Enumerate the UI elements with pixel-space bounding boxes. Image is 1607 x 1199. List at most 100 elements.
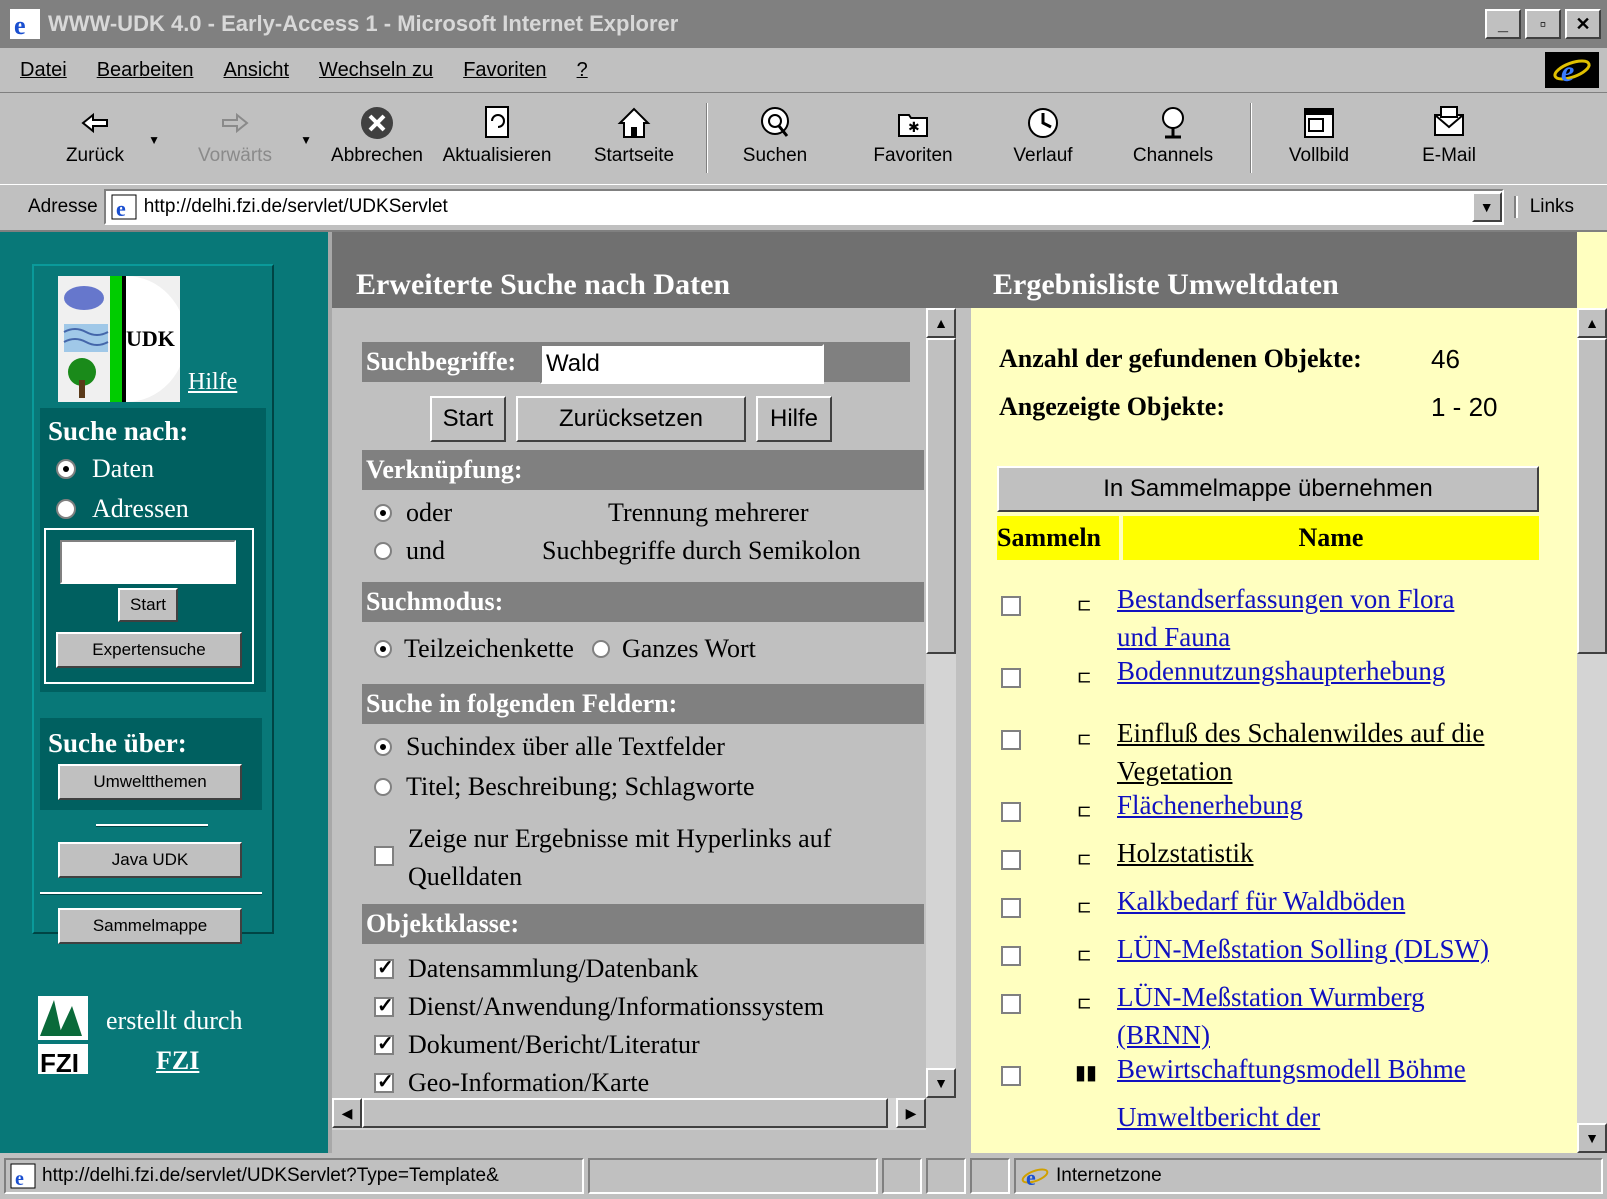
option-or-radio[interactable] xyxy=(374,504,392,522)
search-frame: Erweiterte Suche nach Daten Suchbegriffe… xyxy=(328,232,971,1153)
results-scroll-thumb[interactable] xyxy=(1577,338,1607,654)
search-terms-input[interactable]: Wald xyxy=(540,344,824,384)
home-button[interactable]: Startseite xyxy=(574,103,694,181)
search-button[interactable]: Suchen xyxy=(720,103,830,181)
result-link[interactable]: Umweltbericht der xyxy=(1117,1098,1320,1136)
result-link[interactable]: Flächenerhebung xyxy=(1117,786,1303,824)
radio-adressen[interactable]: Adressen xyxy=(56,494,189,524)
history-button[interactable]: Verlauf xyxy=(978,103,1108,181)
fzi-link[interactable]: FZI xyxy=(156,1046,199,1076)
forward-dropdown-icon[interactable]: ▼ xyxy=(300,133,312,147)
menu-favoriten[interactable]: Favoriten xyxy=(463,59,546,82)
scroll-right-icon[interactable]: ▶ xyxy=(896,1098,926,1128)
mail-button[interactable]: E-Mail xyxy=(1394,103,1504,181)
result-link[interactable]: Holzstatistik xyxy=(1117,834,1254,872)
stop-button[interactable]: Abbrechen xyxy=(322,103,432,181)
fullscreen-button[interactable]: Vollbild xyxy=(1264,103,1374,181)
result-collect-checkbox[interactable] xyxy=(1001,946,1021,966)
class-item[interactable]: Dokument/Bericht/Literatur xyxy=(374,1030,700,1060)
mode-partial-radio[interactable] xyxy=(374,640,392,658)
field-all-radio[interactable] xyxy=(374,738,392,756)
search-help-button[interactable]: Hilfe xyxy=(756,396,832,442)
refresh-icon xyxy=(485,106,509,138)
menu-ansicht[interactable]: Ansicht xyxy=(223,59,289,82)
address-dropdown-icon[interactable]: ▼ xyxy=(1471,191,1502,222)
menu-wechseln-zu[interactable]: Wechseln zu xyxy=(319,59,433,82)
svg-text:FZI: FZI xyxy=(40,1048,79,1076)
result-collect-checkbox[interactable] xyxy=(1001,596,1021,616)
scroll-down-icon[interactable]: ▼ xyxy=(926,1068,956,1098)
result-collect-checkbox[interactable] xyxy=(1001,802,1021,822)
results-vscroll[interactable]: ▲ ▼ xyxy=(1577,308,1607,1153)
radio-daten-control[interactable] xyxy=(56,459,76,479)
close-button[interactable]: ✕ xyxy=(1565,9,1601,39)
minimize-button[interactable]: _ xyxy=(1485,9,1521,39)
radio-adressen-control[interactable] xyxy=(56,499,76,519)
quick-search-start-button[interactable]: Start xyxy=(118,588,178,622)
scroll-up-icon[interactable]: ▲ xyxy=(926,308,956,338)
result-collect-checkbox[interactable] xyxy=(1001,730,1021,750)
back-button[interactable]: Zurück ▼ xyxy=(40,103,160,181)
quick-search-input[interactable] xyxy=(60,540,236,584)
favorites-button[interactable]: ✱ Favoriten xyxy=(848,103,978,181)
search-start-button[interactable]: Start xyxy=(430,396,506,442)
scroll-left-icon[interactable]: ◀ xyxy=(332,1098,362,1128)
results-scroll-up-icon[interactable]: ▲ xyxy=(1577,308,1607,338)
expert-search-button[interactable]: Expertensuche xyxy=(56,632,242,668)
class-item[interactable]: Datensammlung/Datenbank xyxy=(374,954,698,984)
environment-topics-button[interactable]: Umweltthemen xyxy=(58,764,242,800)
result-link[interactable]: LÜN-Meßstation Solling (DLSW) xyxy=(1117,930,1489,968)
option-and[interactable]: und xyxy=(374,536,445,566)
class-checkbox[interactable] xyxy=(374,1069,394,1094)
scroll-thumb[interactable] xyxy=(926,338,956,654)
forward-button[interactable]: Vorwärts ▼ xyxy=(180,103,312,181)
reset-button[interactable]: Zurücksetzen xyxy=(516,396,746,442)
result-collect-checkbox[interactable] xyxy=(1001,1066,1021,1086)
result-collect-checkbox[interactable] xyxy=(1001,898,1021,918)
channels-button[interactable]: Channels xyxy=(1108,103,1238,181)
class-checkbox[interactable] xyxy=(374,1031,394,1056)
menu-help[interactable]: ? xyxy=(577,59,588,82)
class-item[interactable]: Dienst/Anwendung/Informationssystem xyxy=(374,992,824,1022)
hscroll-thumb[interactable] xyxy=(362,1098,888,1128)
hyperlinks-only[interactable]: Zeige nur Ergebnisse mit Hyperlinks auf Q… xyxy=(374,820,831,896)
field-title-radio[interactable] xyxy=(374,778,392,796)
address-input[interactable]: e http://delhi.fzi.de/servlet/UDKServlet… xyxy=(103,188,1504,225)
option-and-radio[interactable] xyxy=(374,542,392,560)
hyperlinks-only-checkbox[interactable] xyxy=(374,846,394,866)
mode-partial-label[interactable]: Teilzeichenkette xyxy=(404,634,574,664)
add-to-collection-button[interactable]: In Sammelmappe übernehmen xyxy=(997,466,1539,512)
result-link[interactable]: Einfluß des Schalenwildes auf die Vegetat… xyxy=(1117,714,1484,790)
result-link[interactable]: Kalkbedarf für Waldböden xyxy=(1117,882,1405,920)
result-row: ㄷ Einfluß des Schalenwildes auf die Vegeta… xyxy=(1001,714,1561,790)
svg-text:e: e xyxy=(1026,1165,1036,1189)
result-link[interactable]: LÜN-Meßstation Wurmberg (BRNN) xyxy=(1117,978,1425,1054)
field-all[interactable]: Suchindex über alle Textfelder xyxy=(374,732,725,762)
result-collect-checkbox[interactable] xyxy=(1001,668,1021,688)
option-or[interactable]: oder xyxy=(374,498,452,528)
links-button[interactable]: Links xyxy=(1515,195,1574,218)
mode-whole-label[interactable]: Ganzes Wort xyxy=(622,634,756,664)
result-collect-checkbox[interactable] xyxy=(1001,994,1021,1014)
field-title[interactable]: Titel; Beschreibung; Schlagworte xyxy=(374,772,755,802)
result-link[interactable]: Bestandserfassungen von Flora und Fauna xyxy=(1117,580,1454,656)
class-checkbox[interactable] xyxy=(374,993,394,1018)
refresh-button[interactable]: Aktualisieren xyxy=(432,103,562,181)
java-udk-button[interactable]: Java UDK xyxy=(58,842,242,878)
back-dropdown-icon[interactable]: ▼ xyxy=(148,133,160,147)
menu-bearbeiten[interactable]: Bearbeiten xyxy=(97,59,194,82)
menu-datei[interactable]: Datei xyxy=(20,59,67,82)
help-link[interactable]: Hilfe xyxy=(188,369,237,396)
mode-whole-radio[interactable] xyxy=(591,640,610,658)
maximize-button[interactable]: ▫ xyxy=(1525,9,1561,39)
result-collect-checkbox[interactable] xyxy=(1001,850,1021,870)
class-checkbox[interactable] xyxy=(374,955,394,980)
result-link[interactable]: Bodennutzungshaupterhebung xyxy=(1117,652,1445,690)
results-scroll-down-icon[interactable]: ▼ xyxy=(1577,1123,1607,1153)
collection-button[interactable]: Sammelmappe xyxy=(58,908,242,944)
class-item-partial[interactable]: Geo-Information/Karte xyxy=(374,1068,649,1094)
search-frame-vscroll[interactable]: ▲ ▼ xyxy=(926,308,956,1098)
result-link[interactable]: Bewirtschaftungsmodell Böhme xyxy=(1117,1050,1466,1088)
radio-daten[interactable]: Daten xyxy=(56,454,154,484)
search-frame-hscroll[interactable]: ◀ ▶ xyxy=(332,1098,926,1130)
